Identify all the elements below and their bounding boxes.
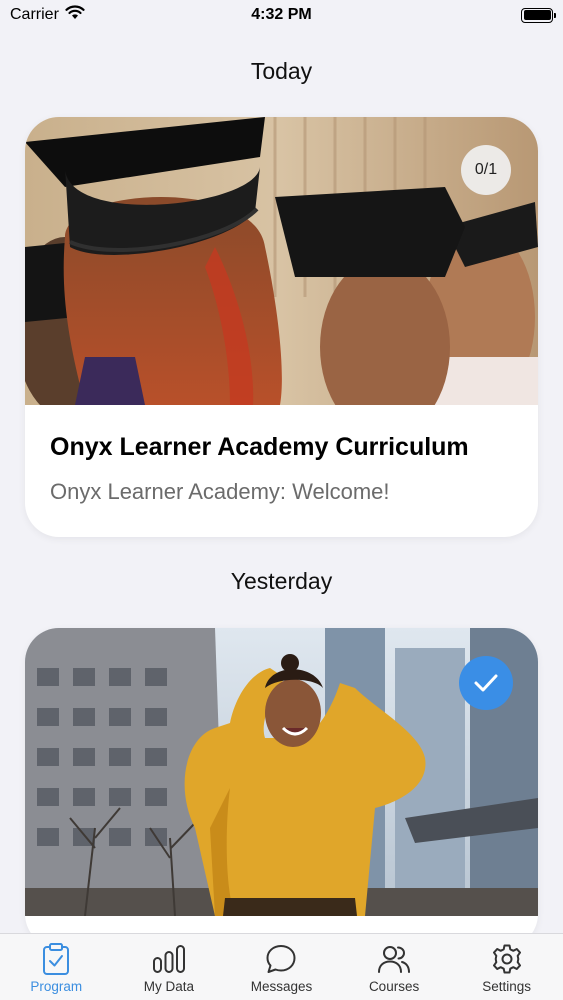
tab-label: Settings — [482, 979, 532, 994]
celebration-image — [25, 628, 538, 916]
tab-program[interactable]: Program — [0, 942, 112, 994]
tab-my-data[interactable]: My Data — [113, 942, 225, 994]
tab-bar: Program My Data Messages Courses Setting… — [0, 933, 563, 1000]
tab-courses[interactable]: Courses — [338, 942, 450, 994]
card-title: Onyx Learner Academy Curriculum — [50, 433, 469, 461]
carrier-label: Carrier — [10, 6, 59, 23]
course-card[interactable]: 0/1 Onyx Learner Academy Curriculum Onyx… — [25, 117, 538, 537]
bar-chart-icon — [152, 942, 186, 976]
wifi-icon — [65, 5, 85, 25]
section-header-yesterday: Yesterday — [230, 568, 333, 594]
gear-icon — [490, 942, 524, 976]
tab-label: Messages — [250, 979, 313, 994]
tab-label: Program — [30, 979, 83, 994]
people-icon — [377, 942, 411, 976]
status-bar: Carrier 4:32 PM — [0, 0, 563, 30]
battery-icon — [521, 7, 556, 23]
graduation-image: 0/1 — [25, 117, 538, 405]
completed-check-icon — [459, 656, 513, 710]
progress-badge: 0/1 — [461, 145, 511, 195]
tab-settings[interactable]: Settings — [451, 942, 563, 994]
chat-bubble-icon — [264, 942, 298, 976]
course-card[interactable] — [25, 628, 538, 948]
card-subtitle: Onyx Learner Academy: Welcome! — [50, 479, 390, 504]
clipboard-check-icon — [39, 942, 73, 976]
section-header-today: Today — [250, 58, 313, 84]
tab-messages[interactable]: Messages — [225, 942, 337, 994]
tab-label: My Data — [143, 979, 195, 994]
tab-label: Courses — [368, 979, 420, 994]
